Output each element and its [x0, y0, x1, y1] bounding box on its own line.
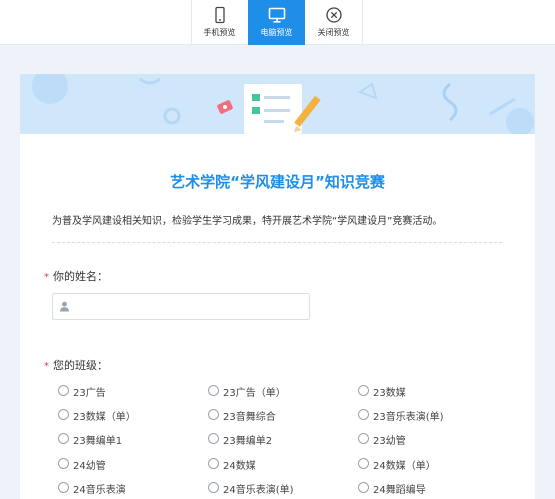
radio-button[interactable]	[58, 482, 69, 493]
section-divider	[52, 242, 502, 243]
name-field[interactable]	[52, 293, 310, 320]
class-label-text: 您的班级：	[53, 359, 108, 372]
class-option-label: 23数媒（单）	[73, 412, 136, 423]
tab-close-preview[interactable]: 关闭预览	[305, 0, 362, 45]
class-option-label: 24数媒（单）	[373, 461, 436, 472]
radio-button[interactable]	[358, 482, 369, 493]
toolbar-divider	[362, 0, 363, 45]
tab-label: 手机预览	[203, 28, 236, 37]
radio-button[interactable]	[358, 433, 369, 444]
tab-label: 电脑预览	[260, 28, 293, 37]
radio-button[interactable]	[58, 433, 69, 444]
radio-button[interactable]	[208, 385, 219, 396]
radio-button[interactable]	[208, 409, 219, 420]
name-question-label: * 你的姓名：	[44, 268, 108, 284]
radio-button[interactable]	[208, 482, 219, 493]
preview-toolbar: 手机预览 电脑预览 关闭预览	[0, 0, 555, 45]
class-option-label: 23舞编单1	[73, 436, 123, 447]
banner-illustration	[32, 74, 534, 134]
phone-icon	[214, 6, 225, 24]
radio-button[interactable]	[58, 385, 69, 396]
class-option-label: 23幼管	[373, 436, 406, 447]
class-option-label: 24幼管	[73, 461, 106, 472]
class-option-label: 24舞蹈编导	[373, 485, 426, 496]
required-mark: *	[44, 272, 49, 283]
radio-button[interactable]	[58, 409, 69, 420]
form-card: 艺术学院“学风建设月”知识竞赛 为普及学风建设相关知识，检验学生学习成果，特开展…	[20, 74, 535, 499]
radio-button[interactable]	[358, 409, 369, 420]
tab-phone-preview[interactable]: 手机预览	[191, 0, 248, 45]
radio-button[interactable]	[208, 458, 219, 469]
class-question-label: * 您的班级：	[44, 357, 108, 373]
radio-button[interactable]	[358, 385, 369, 396]
class-option-label: 23音乐表演(单)	[373, 412, 444, 423]
class-option-label: 23广告（单）	[223, 388, 286, 399]
name-input[interactable]	[75, 294, 305, 319]
class-option-label: 23舞编单2	[223, 436, 273, 447]
class-option-label: 24数媒	[223, 461, 256, 472]
required-mark: *	[44, 361, 49, 372]
tab-desktop-preview[interactable]: 电脑预览	[248, 0, 305, 45]
form-banner	[20, 74, 535, 134]
radio-button[interactable]	[208, 433, 219, 444]
class-option-label: 23音舞综合	[223, 412, 276, 423]
class-option-label: 24音乐表演	[73, 485, 126, 496]
user-icon	[60, 301, 69, 312]
close-circle-icon	[325, 7, 342, 23]
name-label-text: 你的姓名：	[53, 270, 108, 283]
radio-button[interactable]	[358, 458, 369, 469]
class-option-label: 24音乐表演(单)	[223, 485, 294, 496]
monitor-icon	[268, 7, 285, 23]
radio-button[interactable]	[58, 458, 69, 469]
class-option-label: 23数媒	[373, 388, 406, 399]
tab-label: 关闭预览	[317, 28, 350, 37]
form-description: 为普及学风建设相关知识，检验学生学习成果，特开展艺术学院“学风建设月”竞赛活动。	[52, 216, 443, 227]
form-title: 艺术学院“学风建设月”知识竞赛	[170, 173, 385, 191]
class-option-label: 23广告	[73, 388, 106, 399]
